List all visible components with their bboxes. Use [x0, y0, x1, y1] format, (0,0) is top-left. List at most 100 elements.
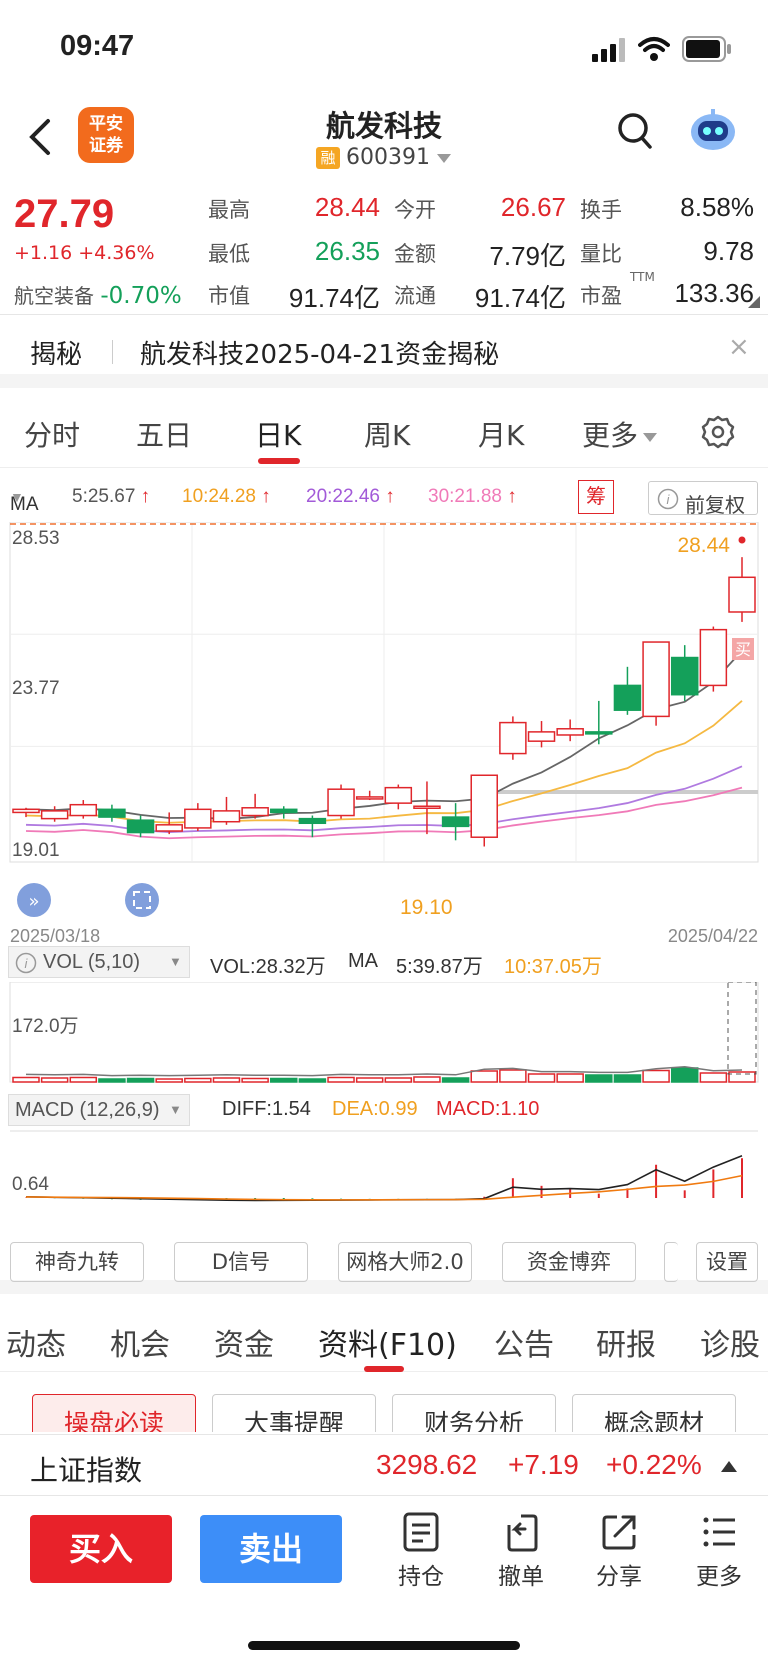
- tab-f10[interactable]: 资料(F10): [318, 1320, 457, 1364]
- label-pe: 市盈: [580, 284, 622, 308]
- max-dot: [738, 536, 746, 544]
- pe-ttm-sup: TTM: [630, 270, 655, 284]
- tab-daily-k[interactable]: 日K: [255, 414, 301, 454]
- more-button[interactable]: 更多: [684, 1511, 754, 1591]
- candle: [728, 576, 756, 613]
- btn-magic-nine[interactable]: 神奇九转: [10, 1242, 144, 1282]
- expand-corner-icon[interactable]: [748, 296, 760, 308]
- svg-text:i: i: [25, 956, 29, 971]
- volume-bar: [155, 1078, 183, 1083]
- volume-bar: [642, 1069, 670, 1083]
- tab-diagnosis[interactable]: 诊股: [700, 1320, 760, 1364]
- buy-marker: 买: [735, 640, 751, 659]
- ma10-value: 10:24.28 ↑: [182, 486, 271, 507]
- tab-intraday[interactable]: 分时: [24, 414, 80, 454]
- close-icon[interactable]: ×: [728, 332, 750, 362]
- chip-financial[interactable]: 财务分析: [392, 1394, 556, 1432]
- position-label: 持仓: [398, 1564, 444, 1590]
- macd-dea: DEA:0.99: [332, 1098, 418, 1120]
- candle: [126, 819, 155, 834]
- caret-down-icon: [643, 433, 658, 442]
- adjust-selector[interactable]: i 前复权: [648, 481, 758, 517]
- quote-panel: 27.79 +1.16 +4.36% 航空装备 -0.70% 最高 最低 市值 …: [0, 182, 768, 315]
- gear-icon[interactable]: [700, 414, 736, 450]
- macd-chart[interactable]: 0.64: [0, 1130, 768, 1230]
- volume-bar: [699, 1072, 728, 1083]
- battery-icon: [682, 36, 731, 62]
- stock-header: 平安 证券 航发科技 融 600391: [0, 95, 768, 180]
- tab-announcements[interactable]: 公告: [494, 1320, 554, 1364]
- cancel-order-button[interactable]: 撤单: [486, 1511, 556, 1591]
- macd-selector[interactable]: MACD (12,26,9) ▼: [8, 1094, 190, 1126]
- margin-badge: 融: [316, 146, 340, 169]
- tab-monthly-k[interactable]: 月K: [478, 414, 524, 454]
- buy-button[interactable]: 买入: [30, 1515, 172, 1583]
- value-turnover: 8.58%: [680, 192, 754, 222]
- diff-line: [25, 1154, 743, 1202]
- tab-five-day[interactable]: 五日: [136, 414, 192, 454]
- volume-bar: [98, 1078, 126, 1083]
- volume-legend: i VOL (5,10) ▼ VOL:28.32万 MA 5:39.87万 10…: [8, 946, 768, 982]
- info-icon: i: [657, 488, 679, 510]
- caret-up-icon: [721, 1461, 737, 1472]
- clock: 09:47: [60, 30, 135, 62]
- vol-ma10: 10:37.05万: [504, 956, 602, 978]
- more-label: 更多: [696, 1564, 742, 1590]
- capital-reveal-bar[interactable]: 揭秘 航发科技2025-04-21资金揭秘 ×: [0, 316, 768, 388]
- sell-button[interactable]: 卖出: [200, 1515, 342, 1583]
- candle: [642, 641, 670, 718]
- sector-change: -0.70%: [100, 283, 182, 309]
- chip-trading-guide[interactable]: 操盘必读: [32, 1394, 196, 1432]
- vol-selector[interactable]: i VOL (5,10) ▼: [8, 946, 190, 978]
- sector-info[interactable]: 航空装备 -0.70%: [14, 280, 182, 309]
- chip-events[interactable]: 大事提醒: [212, 1394, 376, 1432]
- stock-code-selector[interactable]: 融 600391: [316, 145, 452, 170]
- tab-opportunity[interactable]: 机会: [110, 1320, 170, 1364]
- wifi-icon: [638, 37, 670, 61]
- robot-assistant-icon[interactable]: [688, 107, 738, 153]
- share-button[interactable]: 分享: [584, 1511, 654, 1591]
- position-button[interactable]: 持仓: [386, 1511, 456, 1591]
- y-axis-label-mid: 23.77: [12, 678, 60, 699]
- tab-capital[interactable]: 资金: [214, 1320, 274, 1364]
- value-float-cap: 91.74亿: [474, 283, 566, 313]
- volume-bar: [585, 1074, 613, 1083]
- fullscreen-icon: [125, 883, 159, 917]
- label-high: 最高: [208, 198, 250, 222]
- macd-axis-label: 0.64: [12, 1174, 49, 1195]
- candle: [327, 788, 355, 817]
- macd-diff: DIFF:1.54: [222, 1098, 311, 1120]
- caret-down-icon: ▼: [169, 1102, 182, 1117]
- btn-grid-master[interactable]: 网格大师2.0: [338, 1242, 472, 1282]
- label-low: 最低: [208, 242, 250, 266]
- btn-capital-game[interactable]: 资金博弈: [502, 1242, 636, 1282]
- volume-bar: [527, 1073, 556, 1083]
- chip-distribution-button[interactable]: 筹: [578, 480, 614, 514]
- volume-bar: [212, 1077, 241, 1083]
- dea-line: [25, 1174, 743, 1201]
- ma-selector[interactable]: MA ▼: [10, 486, 39, 515]
- chip-concepts[interactable]: 概念题材: [572, 1394, 736, 1432]
- candle: [12, 808, 40, 814]
- date-end-label: 2025/04/22: [668, 926, 758, 942]
- search-icon[interactable]: [616, 111, 654, 151]
- tab-more[interactable]: 更多: [582, 414, 658, 454]
- kline-chart[interactable]: 28.53 23.77 19.01 2025/03/18 2025/04/22 28.44…: [0, 522, 768, 942]
- volume-highlight: [727, 982, 757, 1075]
- candle: [69, 803, 98, 817]
- btn-d-signal[interactable]: D信号: [174, 1242, 308, 1282]
- index-ticker-bar[interactable]: 上证指数 3298.62 +7.19 +0.22%: [0, 1434, 768, 1496]
- btn-partial[interactable]: [664, 1242, 678, 1282]
- volume-bar: [327, 1076, 355, 1083]
- tab-news[interactable]: 动态: [6, 1320, 66, 1364]
- document-icon: [403, 1512, 439, 1552]
- candle: [355, 796, 384, 800]
- value-low: 26.35: [314, 236, 380, 266]
- value-open: 26.67: [500, 192, 566, 222]
- tab-weekly-k[interactable]: 周K: [364, 414, 410, 454]
- btn-settings[interactable]: 设置: [696, 1242, 758, 1282]
- tab-research[interactable]: 研报: [596, 1320, 656, 1364]
- candle: [212, 810, 241, 823]
- volume-bar: [384, 1077, 413, 1083]
- volume-chart[interactable]: 172.0万: [0, 982, 768, 1092]
